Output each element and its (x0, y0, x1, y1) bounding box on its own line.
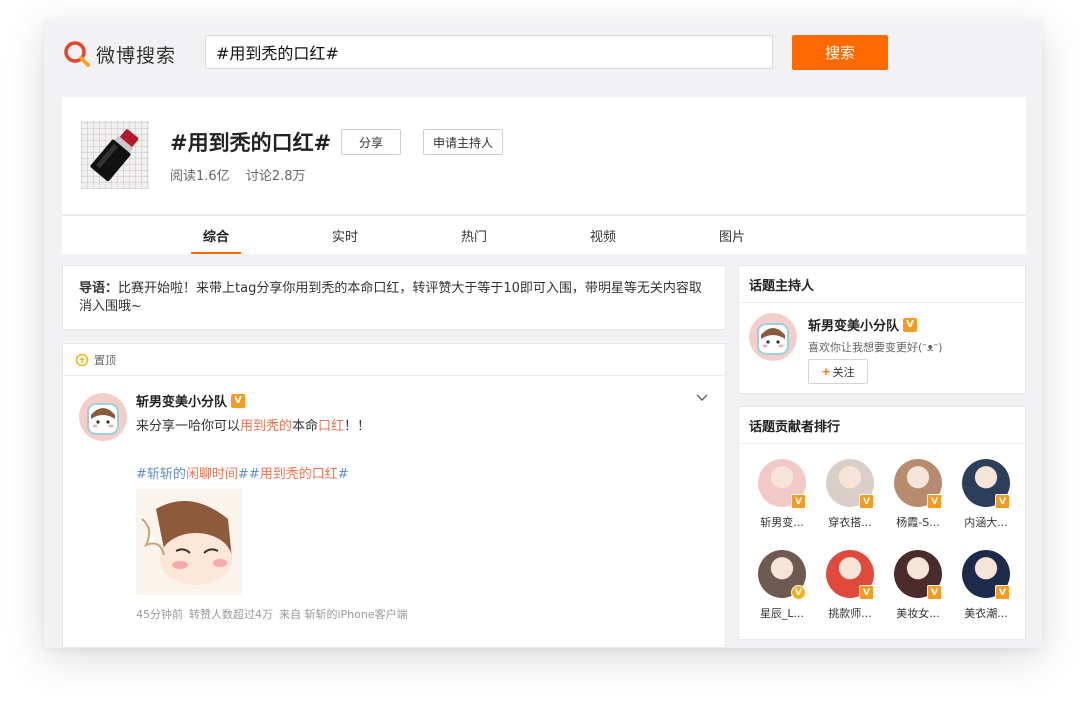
topic-thumbnail (81, 121, 149, 189)
ranking-item[interactable]: V 杨霞-S... (887, 459, 949, 539)
post-author[interactable]: 斩男变美小分队 V (136, 391, 246, 410)
host-card: 话题主持人 斩男变美小分队 V 喜欢你让我想要变更好(ᵔᴥᵔ) + 关注 (738, 265, 1026, 394)
post-text-highlight[interactable]: 口红 (318, 419, 344, 434)
verified-badge-icon: V (995, 494, 1010, 509)
page-frame: 微博搜索 #用到秃的口红# 搜索 #用到秃的口红# 分享 申请主持人 阅读1.6… (44, 20, 1042, 648)
host-name-text[interactable]: 斩男变美小分队 (808, 315, 899, 334)
tab-comprehensive[interactable]: 综合 (191, 216, 241, 254)
post-meta: 45分钟前 转赞人数超过4万 来自 斩斩的iPhone客户端 (136, 606, 414, 622)
topic-title: #用到秃的口红# (170, 131, 332, 155)
post-likes: 转赞人数超过4万 (189, 608, 273, 621)
contributor-name[interactable]: 星辰_L... (751, 605, 813, 621)
pinned-post: 置顶 斩男变美小分队 V 来分享一哈你可以用到秃的本命口红！！ #斩斩的闲聊时间… (62, 343, 726, 648)
verified-badge-icon: V (903, 317, 918, 332)
contributor-name[interactable]: 穿衣搭... (819, 514, 881, 530)
ranking-item[interactable]: V 内涵大... (955, 459, 1017, 539)
host-avatar-image (749, 313, 797, 361)
topic-guide: 导语：比赛开始啦！来带上tag分享你用到秃的本命口红，转评赞大于等于10即可入围… (62, 265, 726, 330)
post-author-name[interactable]: 斩男变美小分队 (136, 391, 227, 410)
post-text-highlight[interactable]: 用到秃的 (240, 419, 292, 434)
follow-button[interactable]: + 关注 (808, 359, 868, 384)
author-avatar[interactable] (79, 393, 127, 441)
logo-text: 微博搜索 (96, 44, 177, 67)
ranking-item[interactable]: V 穿衣搭... (819, 459, 881, 539)
contributor-name[interactable]: 内涵大... (955, 514, 1017, 530)
post-text-part: 本命 (292, 419, 319, 434)
discussion-count: 讨论2.8万 (245, 169, 306, 184)
post-time[interactable]: 45分钟前 (136, 608, 183, 621)
verified-badge-icon: V (927, 585, 942, 600)
weibo-search-logo[interactable]: 微博搜索 (62, 40, 182, 68)
lipstick-image (90, 129, 139, 182)
contributor-name[interactable]: 挑款师... (819, 605, 881, 621)
verified-badge-icon: V (859, 494, 874, 509)
tab-images[interactable]: 图片 (707, 216, 757, 254)
post-text-part: ！！ (344, 419, 371, 434)
contributor-ranking-card: 话题贡献者排行 V 斩男变... V 穿衣搭... V 杨霞-S... V 内涵大... V 星辰… (738, 406, 1026, 640)
contributor-name[interactable]: 美衣潮... (955, 605, 1017, 621)
post-hashtags[interactable]: #斩斩的闲聊时间##用到秃的口红# (136, 463, 349, 482)
search-input[interactable]: #用到秃的口红# (205, 35, 773, 69)
author-avatar-image (79, 393, 127, 441)
post-text-part: 来分享一哈你可以 (136, 419, 241, 434)
ranking-item[interactable]: V 美衣潮... (955, 550, 1017, 630)
verified-badge-icon: V (859, 585, 874, 600)
tab-video[interactable]: 视频 (578, 216, 628, 254)
verified-badge-icon: V (231, 393, 246, 408)
hashtag-part[interactable]: ## (238, 467, 260, 482)
ranking-item[interactable]: V 美妆女... (887, 550, 949, 630)
search-input-value: #用到秃的口红# (216, 44, 339, 63)
follow-label: 关注 (832, 365, 855, 379)
search-button[interactable]: 搜索 (792, 35, 888, 70)
contributor-name[interactable]: 美妆女... (887, 605, 949, 621)
ranking-item[interactable]: V 星辰_L... (751, 550, 813, 630)
hashtag-part[interactable]: #斩斩的 (136, 467, 186, 482)
host-avatar[interactable] (749, 313, 797, 361)
pin-icon (75, 353, 89, 366)
tab-realtime[interactable]: 实时 (320, 216, 370, 254)
hashtag-highlight[interactable]: 闲聊时间 (186, 467, 238, 482)
contributor-name[interactable]: 杨霞-S... (887, 514, 949, 530)
host-card-title: 话题主持人 (739, 266, 1025, 303)
weibo-search-logo-icon (64, 41, 90, 67)
topic-stats: 阅读1.6亿 讨论2.8万 (170, 165, 318, 184)
verified-badge-icon: V (791, 585, 806, 600)
plus-icon: + (821, 365, 831, 378)
guide-text: 比赛开始啦！来带上tag分享你用到秃的本命口红，转评赞大于等于10即可入围，带明… (79, 281, 702, 314)
hashtag-highlight[interactable]: 用到秃的口红 (260, 467, 338, 482)
host-name[interactable]: 斩男变美小分队 V (808, 315, 918, 334)
ranking-card-title: 话题贡献者排行 (739, 407, 1025, 444)
hashtag-part[interactable]: # (338, 467, 349, 482)
verified-badge-icon: V (791, 494, 806, 509)
read-count: 阅读1.6亿 (170, 169, 230, 184)
pin-label: 置顶 (94, 353, 116, 367)
ranking-item[interactable]: V 挑款师... (819, 550, 881, 630)
tab-bar: 综合 实时 热门 视频 图片 (62, 215, 1026, 254)
topic-card: #用到秃的口红# 分享 申请主持人 阅读1.6亿 讨论2.8万 (62, 97, 1026, 214)
post-source: 来自 斩斩的iPhone客户端 (279, 608, 408, 621)
post-image[interactable] (136, 489, 242, 595)
chevron-down-icon[interactable] (695, 393, 709, 403)
apply-host-button[interactable]: 申请主持人 (423, 129, 503, 155)
verified-badge-icon: V (995, 585, 1010, 600)
tab-hot[interactable]: 热门 (449, 216, 499, 254)
verified-badge-icon: V (927, 494, 942, 509)
host-description: 喜欢你让我想要变更好(ᵔᴥᵔ) (808, 341, 943, 354)
ranking-item[interactable]: V 斩男变... (751, 459, 813, 539)
post-text: 来分享一哈你可以用到秃的本命口红！！ (136, 415, 370, 434)
contributor-name[interactable]: 斩男变... (751, 514, 813, 530)
share-button[interactable]: 分享 (341, 129, 401, 155)
guide-label: 导语： (79, 281, 119, 296)
post-image-illustration (136, 489, 242, 595)
pin-bar: 置顶 (63, 344, 725, 376)
